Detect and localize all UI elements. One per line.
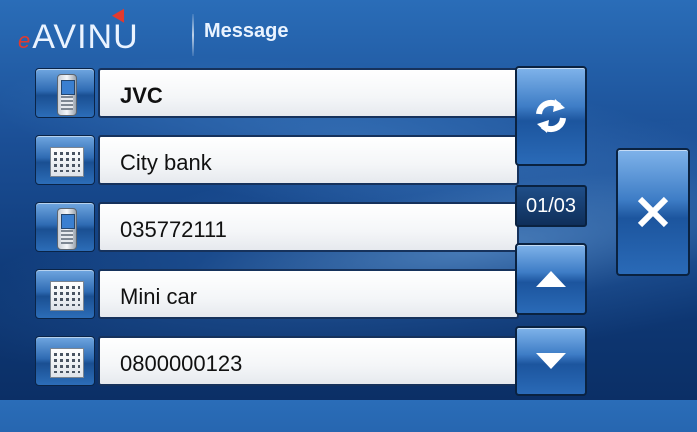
- contact-type-button[interactable]: [35, 202, 95, 252]
- message-entry[interactable]: JVC: [98, 68, 519, 118]
- mobile-phone-icon: [57, 208, 77, 250]
- message-entry[interactable]: 035772111: [98, 202, 519, 252]
- message-entry-label: 035772111: [120, 217, 227, 242]
- message-entry-label: JVC: [120, 83, 163, 108]
- building-icon: [50, 147, 84, 177]
- building-icon: [50, 281, 84, 311]
- arrow-down-icon: [536, 353, 566, 369]
- refresh-button[interactable]: [515, 66, 587, 166]
- contact-type-button[interactable]: [35, 68, 95, 118]
- contact-type-button[interactable]: [35, 269, 95, 319]
- header-divider: [192, 14, 194, 56]
- scroll-up-button[interactable]: [515, 243, 587, 315]
- message-entry[interactable]: Mini car: [98, 269, 519, 319]
- close-icon: [637, 196, 669, 228]
- close-button[interactable]: [616, 148, 690, 276]
- message-entry[interactable]: City bank: [98, 135, 519, 185]
- mobile-phone-icon: [57, 74, 77, 116]
- page-title: Message: [204, 20, 289, 42]
- scroll-down-button[interactable]: [515, 326, 587, 396]
- message-entry-label: 0800000123: [120, 351, 243, 376]
- arrow-up-icon: [536, 271, 566, 287]
- building-icon: [50, 348, 84, 378]
- refresh-icon: [536, 99, 566, 133]
- message-entry[interactable]: 0800000123: [98, 336, 519, 386]
- contact-type-button[interactable]: [35, 336, 95, 386]
- message-entry-label: Mini car: [120, 284, 198, 309]
- contact-type-button[interactable]: [35, 135, 95, 185]
- header: eAVINU Message: [0, 0, 697, 60]
- message-entry-label: City bank: [120, 150, 212, 175]
- page-indicator: 01/03: [515, 185, 587, 227]
- brand-logo: eAVINU: [18, 5, 139, 58]
